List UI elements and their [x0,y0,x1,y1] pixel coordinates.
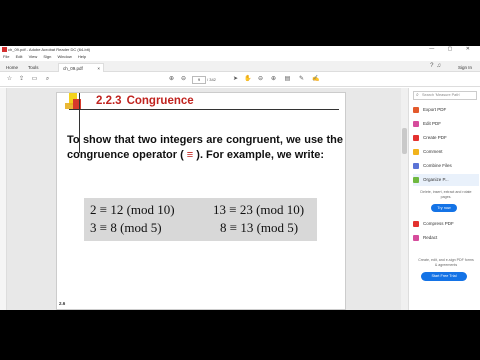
tool-label: Edit PDF [423,121,442,126]
tool-export-pdf[interactable]: Export PDF [413,104,479,116]
page-number-input[interactable]: 9 [192,76,206,84]
menu-file[interactable]: File [3,54,9,59]
search-icon: ⌕ [416,92,419,98]
combine-files-icon [413,163,419,169]
tool-redact[interactable]: Redact [413,232,479,244]
start-free-trial-button[interactable]: Start Free Trial [421,272,467,281]
menu-bar: File Edit View Sign Window Help [0,53,480,61]
scroll-thumb[interactable] [402,128,407,154]
tool-organize-pages[interactable]: Organize P... [413,174,479,186]
example-1: 2 ≡ 12 (mod 10) [90,202,175,217]
select-cursor-icon[interactable]: ➤ [232,76,239,83]
page-up-icon[interactable]: ⊕ [168,76,175,83]
tool-label: Comment [423,149,443,154]
page-down-icon[interactable]: ⊖ [180,76,187,83]
acrobat-window: ch_09.pdf - Adobe Acrobat Reader DC (64-… [0,46,480,310]
menu-window[interactable]: Window [57,54,71,59]
section-number: 2.2.3 [96,95,122,107]
bell-icon[interactable]: ♫ [437,63,445,69]
tab-bar: Home Tools ch_09.pdf × ?♫ Sign In [0,61,480,72]
hand-tool-icon[interactable]: ✋ [244,76,251,83]
fill-sign-icon[interactable]: ✍ [312,76,319,83]
try-now-button[interactable]: Try now [431,204,457,212]
acrobat-app-icon [2,47,7,52]
footer-promo-text: Create, edit, and e-sign PDF forms & agr… [418,258,474,267]
menu-edit[interactable]: Edit [16,54,23,59]
header-icons: ?♫ [430,63,444,69]
left-navigation-rail[interactable] [0,88,7,310]
tool-label: Combine Files [423,163,452,168]
zoom-out-icon[interactable]: ⊖ [257,76,264,83]
pdf-page: 2.2.3 Congruence To show that two integer… [56,92,346,310]
tool-label: Redact [423,235,438,240]
print-icon[interactable]: ▭ [31,76,38,83]
tools-search-input[interactable]: ⌕ Search 'Measure Path' [413,91,477,100]
section-title: Congruence [126,95,194,107]
organize-pages-icon [413,177,419,183]
fit-page-icon[interactable]: ▤ [284,76,291,83]
redact-icon [413,235,419,241]
deco-horizontal-line [69,109,339,110]
tool-comment[interactable]: Comment [413,146,479,158]
page-number-footer: 2.6 [59,301,66,306]
compress-pdf-icon [413,221,419,227]
tab-home[interactable]: Home [2,63,22,72]
tab-tools[interactable]: Tools [24,63,43,72]
tools-pane: ⌕ Search 'Measure Path' Export PDF Edit … [408,88,480,310]
menu-sign[interactable]: Sign [43,54,51,59]
export-pdf-icon [413,107,419,113]
window-controls[interactable]: — ▢ ✕ [429,46,476,53]
tool-label: Compress PDF [423,221,454,226]
comment-icon[interactable]: ✎ [298,76,305,83]
tab-document-label: ch_09.pdf [63,66,83,71]
page-total: / 342 [207,77,216,82]
zoom-in-icon[interactable]: ⊕ [270,76,277,83]
menu-view[interactable]: View [29,54,38,59]
tab-document[interactable]: ch_09.pdf × [58,63,104,72]
tool-label: Create PDF [423,135,447,140]
menu-help[interactable]: Help [78,54,86,59]
tools-search-placeholder: Search 'Measure Path' [422,93,461,97]
examples-box: 2 ≡ 12 (mod 10) 13 ≡ 23 (mod 10) 3 ≡ 8 (… [84,198,317,241]
title-bar: ch_09.pdf - Adobe Acrobat Reader DC (64-… [0,46,480,53]
tool-compress-pdf[interactable]: Compress PDF [413,218,479,230]
tool-create-pdf[interactable]: Create PDF [413,132,479,144]
edit-pdf-icon [413,121,419,127]
section-heading: 2.2.3 Congruence [96,95,194,107]
vertical-scrollbar[interactable] [401,88,408,310]
body-paragraph: To show that two integers are congruent,… [67,133,343,163]
main-toolbar: ☆ ⇪ ▭ ⌕ ⊕ ⊖ 9 / 342 ➤ ✋ ⊖ ⊕ ▤ ✎ ✍ [0,73,480,87]
tool-label: Organize P... [423,177,449,182]
close-tab-icon[interactable]: × [97,64,100,73]
example-2: 13 ≡ 23 (mod 10) [213,202,305,217]
organize-promo-text: Delete, insert, extract and rotate pages… [420,190,472,199]
search-icon[interactable]: ⌕ [44,76,51,83]
para-text-after: ). For example, we write: [193,149,325,161]
star-icon[interactable]: ☆ [6,76,13,83]
tool-combine-files[interactable]: Combine Files [413,160,479,172]
upload-icon[interactable]: ⇪ [18,76,25,83]
tool-label: Export PDF [423,107,447,112]
create-pdf-icon [413,135,419,141]
comment-icon [413,149,419,155]
example-3: 3 ≡ 8 (mod 5) [90,220,162,235]
example-4: 8 ≡ 13 (mod 5) [220,220,299,235]
document-viewer: 2.2.3 Congruence To show that two integer… [0,88,408,310]
tool-edit-pdf[interactable]: Edit PDF [413,118,479,130]
sign-in-button[interactable]: Sign In [458,63,472,72]
window-title: ch_09.pdf - Adobe Acrobat Reader DC (64-… [8,47,91,52]
